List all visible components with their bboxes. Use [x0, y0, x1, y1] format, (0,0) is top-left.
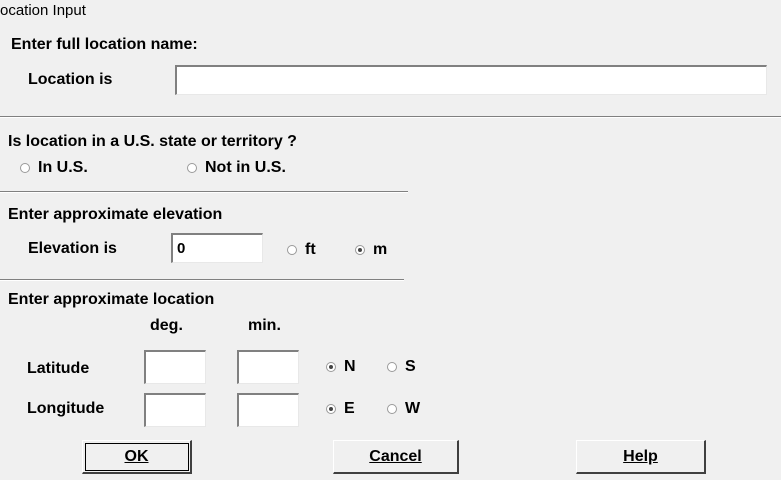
radio-in-us-label: In U.S.: [38, 159, 88, 176]
latitude-label: Latitude: [27, 360, 90, 377]
radio-not-in-us[interactable]: Not in U.S.: [187, 159, 286, 177]
radio-s[interactable]: S: [387, 358, 416, 376]
longitude-min-input[interactable]: [237, 393, 299, 427]
ok-button[interactable]: OK: [82, 440, 192, 474]
us-state-heading: Is location in a U.S. state or territory…: [8, 133, 297, 150]
radio-m-circle: [355, 245, 365, 255]
radio-s-circle: [387, 362, 397, 372]
radio-not-in-us-label: Not in U.S.: [205, 159, 286, 176]
radio-ft-label: ft: [305, 241, 316, 258]
radio-in-us-circle: [20, 163, 30, 173]
coords-heading: Enter approximate location: [8, 291, 215, 308]
radio-e[interactable]: E: [326, 400, 355, 418]
help-button[interactable]: Help: [576, 440, 706, 474]
separator: [0, 116, 781, 118]
location-name-input[interactable]: [175, 65, 767, 95]
radio-m[interactable]: m: [355, 241, 387, 259]
latitude-min-input[interactable]: [237, 350, 299, 384]
location-name-heading: Enter full location name:: [11, 36, 198, 53]
radio-n-label: N: [344, 358, 356, 375]
location-label: Location is: [28, 71, 113, 88]
radio-w-circle: [387, 404, 397, 414]
radio-w[interactable]: W: [387, 400, 420, 418]
location-input-dialog: ocation Input Enter full location name: …: [0, 0, 781, 480]
separator: [0, 191, 408, 193]
radio-e-circle: [326, 404, 336, 414]
radio-w-label: W: [405, 400, 421, 417]
radio-ft-circle: [287, 245, 297, 255]
window-title: ocation Input: [0, 2, 86, 19]
radio-s-label: S: [405, 358, 416, 375]
radio-not-in-us-circle: [187, 163, 197, 173]
longitude-deg-input[interactable]: [144, 393, 206, 427]
elevation-heading: Enter approximate elevation: [8, 206, 223, 223]
elevation-label: Elevation is: [28, 240, 117, 257]
separator: [0, 279, 404, 281]
radio-in-us[interactable]: In U.S.: [20, 159, 88, 177]
latitude-deg-input[interactable]: [144, 350, 206, 384]
cancel-button[interactable]: Cancel: [333, 440, 459, 474]
longitude-label: Longitude: [27, 400, 105, 417]
elevation-input[interactable]: [171, 233, 263, 263]
radio-n[interactable]: N: [326, 358, 356, 376]
col-min: min.: [248, 317, 281, 334]
radio-n-circle: [326, 362, 336, 372]
radio-e-label: E: [344, 400, 355, 417]
radio-m-label: m: [373, 241, 388, 258]
col-deg: deg.: [150, 317, 183, 334]
radio-ft[interactable]: ft: [287, 241, 316, 259]
